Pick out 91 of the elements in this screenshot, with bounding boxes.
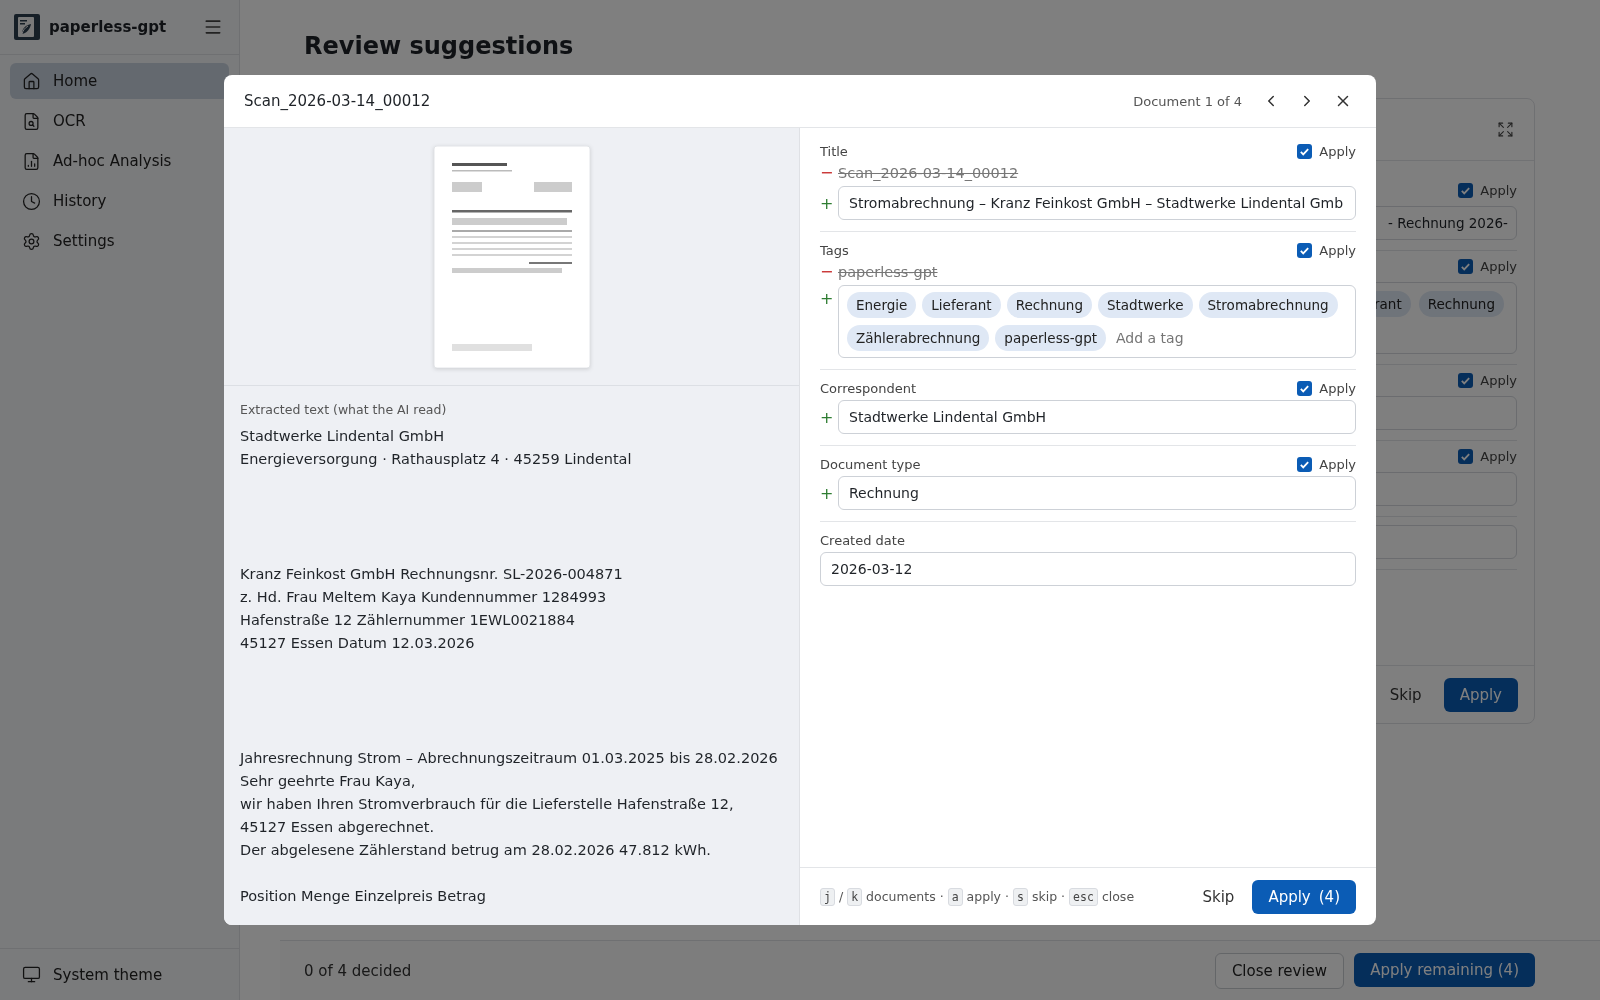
apply-checkbox[interactable] [1297, 457, 1313, 472]
home-icon [22, 71, 41, 91]
nav-item[interactable]: History [10, 183, 229, 219]
tag-chip[interactable]: Stromabrechnung [1198, 292, 1338, 318]
key-cap: k [847, 887, 863, 906]
separator: · [1005, 889, 1009, 904]
check-icon [1460, 451, 1472, 462]
added-mark: + [820, 407, 830, 427]
apply-checkbox[interactable] [1297, 243, 1313, 258]
extracted-text-label: Extracted text (what the AI read) [240, 402, 448, 417]
skip-button[interactable]: Skip [1381, 679, 1430, 710]
decided-status: 0 of 4 decided [304, 961, 412, 980]
apply-checkbox[interactable] [1458, 183, 1474, 198]
nav-item[interactable]: Settings [10, 223, 229, 259]
clock-icon [22, 191, 41, 211]
apply-label: Apply [1319, 243, 1356, 258]
apply-label: Apply [1480, 183, 1517, 198]
apply-button[interactable]: Apply (4) [1252, 879, 1356, 914]
check-icon [1299, 459, 1311, 470]
apply-label: Apply [1319, 457, 1356, 472]
monitor-icon [22, 965, 41, 984]
expand-icon[interactable] [1497, 121, 1514, 138]
tag-chip[interactable]: Zählerabrechnung [847, 325, 990, 351]
check-icon [1299, 146, 1311, 157]
page-title: Review suggestions [304, 32, 575, 60]
logo-icon [14, 14, 40, 40]
apply-checkbox[interactable] [1458, 373, 1474, 388]
check-icon [1460, 375, 1472, 386]
added-mark: + [820, 289, 830, 308]
field-label: Correspondent [820, 381, 916, 396]
key-cap: s [1013, 887, 1028, 906]
apply-label: Apply [1480, 259, 1517, 274]
separator: · [939, 889, 944, 904]
dialog-title: Scan_2026-03-14_00012 [244, 92, 432, 110]
document-counter: Document 1 of 4 [1133, 93, 1242, 109]
app-name: paperless-gpt [49, 18, 168, 36]
key-cap: a [947, 887, 963, 906]
apply-label: Apply [1319, 144, 1356, 159]
field-label: Created date [820, 533, 905, 548]
check-icon [1460, 185, 1472, 196]
apply-checkbox[interactable] [1458, 449, 1474, 464]
tag-chip[interactable]: Lieferant [922, 292, 1001, 318]
added-mark: + [820, 193, 830, 213]
current-value: paperless-gpt [838, 263, 938, 280]
removed-mark: − [820, 163, 830, 182]
input-field[interactable]: Stadtwerke Lindental GmbH [838, 400, 1356, 434]
field-label: Tags [820, 243, 849, 258]
document-chart-icon [22, 151, 41, 171]
nav-item[interactable]: OCR [10, 103, 229, 139]
apply-checkbox[interactable] [1297, 144, 1313, 159]
check-icon [1460, 261, 1472, 272]
theme-toggle[interactable]: System theme [12, 959, 173, 990]
apply-label: Apply [1480, 373, 1517, 388]
tag-chip[interactable]: Energie [847, 292, 917, 318]
current-value: Scan_2026-03-14_00012 [838, 164, 1019, 181]
apply-checkbox[interactable] [1297, 381, 1313, 396]
skip-button[interactable]: Skip [1194, 881, 1243, 912]
shortcut-action: close [1101, 889, 1135, 904]
tag-chip[interactable]: paperless-gpt [995, 325, 1106, 351]
tag-chip[interactable]: Rechnung [1006, 292, 1092, 318]
key-cap: esc [1069, 887, 1098, 906]
menu-icon[interactable] [203, 17, 223, 37]
apply-button[interactable]: Apply [1443, 677, 1518, 712]
apply-label: Apply [1480, 449, 1517, 464]
tags-field[interactable]: Energie Lieferant Rechnung Stadtwerke Stromabrechnung Zählerabrechnung paperless-gpt Add a tag [838, 285, 1356, 358]
added-mark: + [820, 483, 830, 503]
check-icon [1299, 383, 1311, 394]
nav-item[interactable]: Ad-hoc Analysis [10, 143, 229, 179]
tag-chip[interactable]: Rechnung [1418, 291, 1504, 317]
input-field[interactable]: Rechnung [838, 476, 1356, 510]
date-field[interactable]: 2026-03-12 [820, 552, 1356, 586]
tag-chip[interactable]: Stadtwerke [1097, 292, 1193, 318]
key-cap: j [820, 887, 835, 906]
apply-checkbox[interactable] [1458, 259, 1474, 274]
extracted-text: Stadtwerke Lindental GmbH Energieversorgung · Rathausplatz 4 · 45259 Lindental Kranz Feinkost GmbH Rechnungsnr. SL-2026-004871 z. Hd. Frau Meltem Kaya Kundennummer 1284993 Hafenstraße 12 Zählernummer 1EWL0021884 45127 Essen Datum 12.03.2026 Jahresrechnung Strom – Abrechnungszeitraum 01.03.2025 bis 28.02.2026 Sehr geehrte Frau Kaya, wir haben Ihren Stromverbrauch für die Lieferstelle Hafenstraße 12, 45127 Essen abgerechnet. Der abgelesene Zählerstand betrug am 28.02.2026 47.812 kWh. Position Menge Einzelpreis Betrag [240, 427, 779, 906]
key-joiner: / [838, 889, 844, 904]
settings-icon [22, 231, 41, 251]
shortcut-action: skip [1031, 889, 1058, 904]
shortcut-action: documents [866, 889, 936, 904]
shortcut-action: apply [966, 889, 1001, 904]
separator: · [1061, 889, 1066, 904]
apply-label: Apply [1319, 381, 1356, 396]
field-label: Document type [820, 457, 921, 472]
apply-remaining-button[interactable]: Apply remaining (4) [1354, 952, 1535, 987]
field-label: Title [820, 144, 848, 159]
nav-item[interactable]: Home [10, 63, 229, 99]
document-search-icon [22, 111, 41, 131]
check-icon [1299, 245, 1311, 256]
input-field[interactable]: Stromabrechnung – Kranz Feinkost GmbH – Stadtwerke Lindental Gmb [838, 186, 1356, 220]
removed-mark: − [820, 262, 830, 281]
close-review-button[interactable]: Close review [1214, 952, 1345, 989]
